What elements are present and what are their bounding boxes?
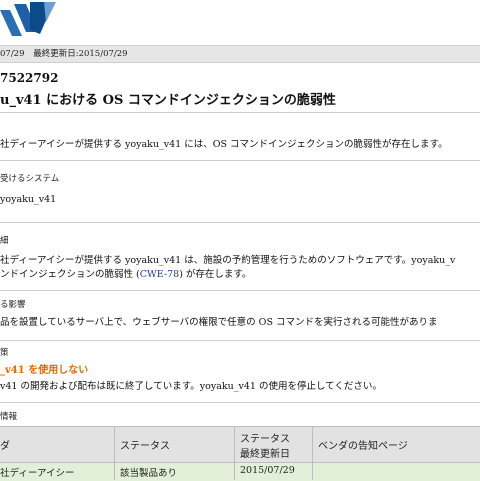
title-divider [0, 112, 480, 113]
updated-date: 2015/07/29 [78, 49, 128, 59]
site-logo[interactable] [0, 0, 60, 40]
col-status: ステータス [120, 441, 170, 452]
table-row: 社ディーアイシー 該当製品あり 2015/07/29 [0, 462, 480, 481]
col-separator [234, 426, 235, 480]
detail-line-2-after: ) が存在します。 [179, 269, 252, 280]
row-vendor: 社ディーアイシー [0, 468, 75, 479]
impact-heading: る影響 [0, 300, 26, 310]
updated-label: 最終更新日: [33, 49, 79, 59]
detail-heading: 細 [0, 236, 9, 246]
row-status-link[interactable]: 該当製品あり [120, 465, 177, 479]
impact-divider [0, 340, 480, 341]
cwe-78-link[interactable]: CWE-78 [140, 269, 179, 280]
solution-divider [0, 402, 480, 403]
col-separator [114, 426, 115, 480]
detail-divider [0, 290, 480, 291]
affected-item: yoyaku_v41 [0, 194, 57, 205]
overview-divider [0, 160, 480, 161]
solution-text: v41 の開発および配布は既に終了しています。yoyaku_v41 の使用を停止… [0, 381, 382, 392]
vulnerability-id: 7522792 [0, 71, 59, 85]
solution-action: _v41 を使用しない [0, 365, 89, 376]
vendor-table-header: ダ ステータス ステータス 最終更新日 ベンダの告知ページ [0, 426, 480, 463]
col-separator [312, 426, 313, 480]
detail-line-2: ンドインジェクションの脆弱性 (CWE-78) が存在します。 [0, 266, 251, 280]
col-vendor: ダ [0, 441, 10, 452]
col-notice: ベンダの告知ページ [318, 441, 408, 452]
overview-text: 社ディーアイシーが提供する yoyaku_v41 には、OS コマンドインジェク… [0, 139, 448, 150]
published-date: 07/29 [0, 49, 25, 59]
affected-heading: 受けるシステム [0, 174, 60, 184]
col-updated-line-1: ステータス [240, 434, 290, 445]
detail-line-2-before: ンドインジェクションの脆弱性 ( [0, 269, 140, 280]
date-bar: 07/29 最終更新日:2015/07/29 [0, 45, 480, 63]
solution-heading: 策 [0, 348, 9, 358]
detail-line-1: 社ディーアイシーが提供する yoyaku_v41 は、施設の予約管理を行うための… [0, 255, 456, 266]
row-updated: 2015/07/29 [240, 465, 295, 476]
header-band [0, 0, 480, 40]
affected-divider [0, 222, 480, 223]
col-updated-line-2: 最終更新日 [240, 449, 290, 460]
vendor-heading: 情報 [0, 412, 18, 422]
impact-text: 品を設置しているサーバ上で、ウェブサーバの権限で任意の OS コマンドを実行され… [0, 317, 438, 328]
page-title: u_v41 における OS コマンドインジェクションの脆弱性 [0, 93, 336, 108]
